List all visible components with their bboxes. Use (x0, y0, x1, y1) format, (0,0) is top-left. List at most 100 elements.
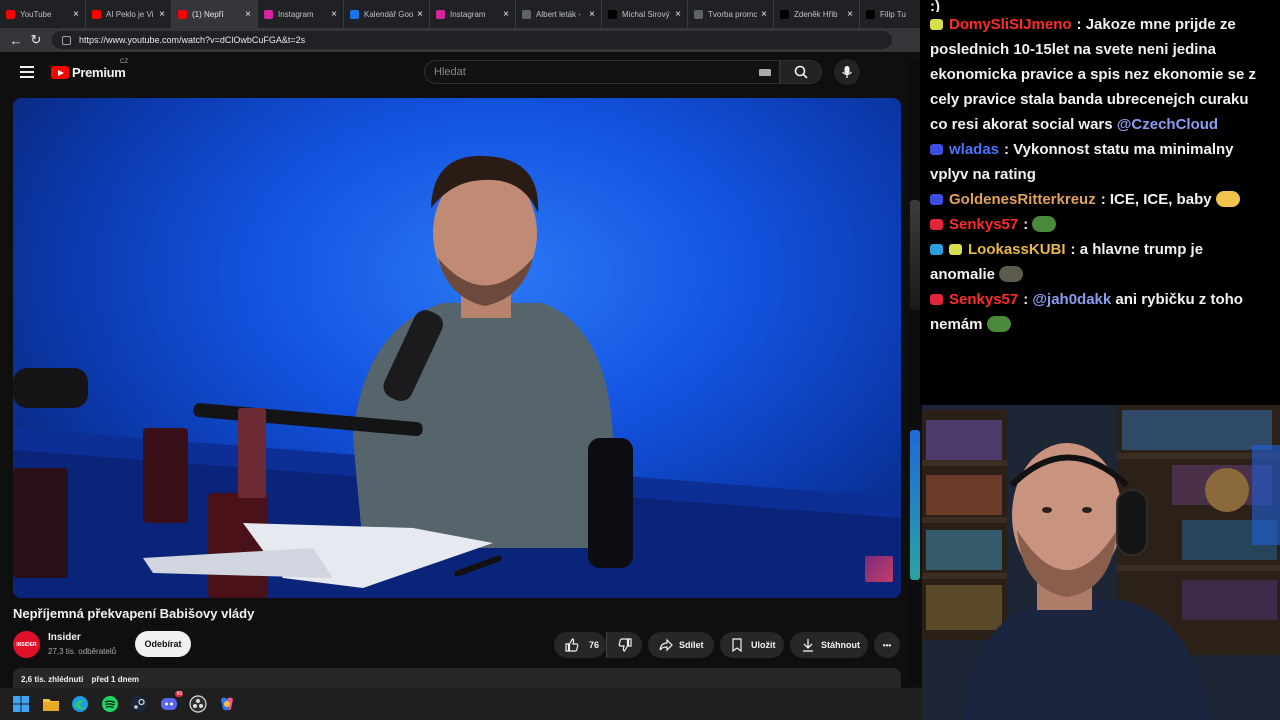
voice-search-button[interactable] (834, 59, 860, 85)
share-button[interactable]: Sdílet (648, 632, 714, 658)
browser-tab[interactable]: (1) Nepří × (172, 0, 258, 28)
search-button[interactable] (780, 60, 822, 84)
chat-text: : (1023, 216, 1029, 233)
browser-tab[interactable]: Zdeněk Hřib × (774, 0, 860, 28)
chat-emote-icon (986, 316, 1011, 332)
tab-favicon-icon (608, 9, 617, 19)
chat-message: Senkys57: (920, 212, 1280, 237)
youtube-header: Premium CZ Hledat (0, 52, 920, 92)
corner-thumbnail[interactable] (865, 556, 893, 582)
tab-favicon-icon (6, 9, 15, 19)
tab-close-icon[interactable]: × (73, 9, 79, 20)
windows-icon[interactable] (12, 695, 30, 713)
tab-close-icon[interactable]: × (417, 9, 423, 20)
tab-label: Filip Tu (880, 9, 906, 19)
reload-icon[interactable]: ↻ (26, 30, 46, 50)
chat-badge-icon (930, 219, 943, 230)
discord-icon[interactable]: 99 (160, 691, 183, 713)
menu-icon[interactable] (20, 66, 34, 78)
tab-label: YouTube (20, 9, 52, 19)
chat-partial-line: :) (930, 0, 940, 12)
tab-label: Zdeněk Hřib (794, 9, 838, 19)
steam-icon[interactable] (130, 695, 148, 713)
youtube-logo[interactable]: Premium CZ (51, 59, 128, 80)
browser-tab[interactable]: Michal Sirový × (602, 0, 688, 28)
search-input[interactable]: Hledat (424, 60, 780, 84)
edge-icon[interactable] (71, 695, 89, 713)
browser-tab[interactable]: YouTube × (0, 0, 86, 28)
chat-message: DomySliSIJmeno: Jakoze mne prijde ze pos… (920, 12, 1280, 137)
browser-tab[interactable]: Tvorba promc × (688, 0, 774, 28)
browser-address-bar: ← ↻ https://www.youtube.com/watch?v=dClO… (0, 28, 920, 52)
like-count: 76 (589, 640, 600, 650)
tab-close-icon[interactable]: × (761, 9, 767, 20)
dislike-button[interactable] (606, 632, 642, 658)
tab-label: Albert leták - (536, 9, 581, 19)
site-info-icon[interactable] (62, 35, 71, 45)
browser-tab-strip: YouTube × AI Peklo je Vi × (1) Nepří × Instagr… (0, 0, 920, 28)
tab-close-icon[interactable]: × (589, 9, 595, 20)
video-frame (13, 155, 901, 598)
back-icon[interactable]: ← (6, 30, 26, 50)
webcam-image (922, 405, 1280, 720)
tab-close-icon[interactable]: × (331, 9, 337, 20)
chat-badge-icon (930, 194, 943, 205)
tab-close-icon[interactable]: × (159, 9, 165, 20)
webcam-feed (922, 405, 1280, 720)
save-button[interactable]: Uložit (720, 632, 784, 658)
tab-label: Kalendář Goo (364, 9, 414, 19)
video-player[interactable] (13, 98, 901, 598)
channel-name[interactable]: Insider (48, 632, 81, 643)
tab-label: Instagram (278, 9, 314, 19)
browser-tab[interactable]: Albert leták - × (516, 0, 602, 28)
chat-emote-icon (1032, 216, 1057, 232)
chat-mention: @jah0dakk (1032, 291, 1112, 308)
tab-close-icon[interactable]: × (503, 9, 509, 20)
chat-text: : ICE, ICE, baby (1100, 191, 1212, 208)
copilot-icon[interactable] (218, 695, 236, 713)
subscribe-button[interactable]: Odebírat (135, 631, 191, 657)
chat-mention: @CzechCloud (1116, 116, 1219, 133)
tab-favicon-icon (92, 9, 101, 19)
obs-icon[interactable] (189, 695, 207, 713)
tab-close-icon[interactable]: × (245, 9, 251, 20)
share-icon (659, 638, 673, 652)
tab-favicon-icon (694, 9, 703, 19)
like-button[interactable]: 76 (554, 632, 606, 658)
chat-username: DomySliSIJmeno (949, 16, 1072, 33)
download-label: Stáhnout (821, 640, 860, 650)
url-field[interactable]: https://www.youtube.com/watch?v=dClOwbCu… (52, 31, 892, 49)
file-explorer-icon[interactable] (42, 695, 60, 713)
tab-label: Michal Sirový (622, 9, 670, 19)
tab-label: Instagram (450, 9, 486, 19)
tab-close-icon[interactable]: × (847, 9, 853, 20)
browser-tab[interactable]: Instagram × (258, 0, 344, 28)
tab-favicon-icon (350, 9, 359, 19)
spotify-icon[interactable] (101, 695, 119, 713)
tab-close-icon[interactable]: × (675, 9, 681, 20)
more-actions-button[interactable]: ••• (874, 632, 900, 658)
browser-tab[interactable]: Kalendář Goo × (344, 0, 430, 28)
url-text: https://www.youtube.com/watch?v=dClOwbCu… (79, 35, 306, 45)
browser-tab[interactable]: Instagram × (430, 0, 516, 28)
chat-emote-icon (1215, 191, 1240, 207)
browser-tab[interactable]: AI Peklo je Vi × (86, 0, 172, 28)
browser-tab[interactable]: Filip Tu× (860, 0, 920, 28)
download-button[interactable]: Stáhnout (790, 632, 868, 658)
channel-avatar[interactable]: INSIDER (13, 631, 40, 658)
tab-favicon-icon (436, 9, 445, 19)
bookmark-icon (732, 638, 742, 652)
video-title: Nepříjemná překvapení Babišovy vlády (13, 606, 255, 621)
youtube-play-icon (51, 66, 69, 79)
microphone-icon (842, 66, 852, 78)
chat-message: GoldenesRitterkreuz: ICE, ICE, baby (920, 187, 1280, 212)
save-label: Uložit (751, 640, 776, 650)
publish-date: před 1 dnem (91, 675, 140, 684)
chat-message: LookassKUBI: a hlavne trump je anomalie (920, 237, 1280, 287)
tab-label: AI Peklo je Vi (106, 9, 154, 19)
tab-favicon-icon (522, 9, 531, 19)
keyboard-icon[interactable] (759, 69, 771, 76)
tab-label: (1) Nepří (192, 9, 224, 19)
chat-message: Senkys57: @jah0dakk ani rybičku z toho n… (930, 291, 1243, 333)
tab-favicon-icon (264, 9, 273, 19)
